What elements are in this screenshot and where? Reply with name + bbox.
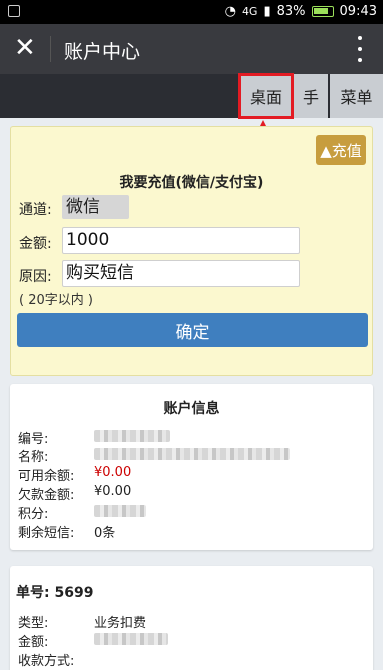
account-info-title: 账户信息: [163, 401, 220, 417]
recharge-card: ▲充值 我要充值(微信/支付宝) 通道: 微信 金额: 1000 原因: 购买短…: [10, 126, 373, 376]
account-number-label: 编号:: [18, 432, 49, 447]
order-type-value: 业务扣费: [94, 616, 147, 631]
order-card: 单号: 5699 类型: 业务扣费 金额: 收款方式:: [10, 566, 373, 670]
status-right: ◔ 4G ▮ 83% 09:43: [225, 4, 377, 19]
signal-icon: ▮: [263, 4, 271, 19]
more-vertical-icon[interactable]: [357, 36, 363, 62]
desktop-button[interactable]: 桌面: [240, 74, 292, 118]
available-balance-label: 可用余额:: [18, 469, 75, 484]
recharge-toggle-button[interactable]: ▲充值: [316, 135, 366, 165]
sms-left-value: 0条: [94, 526, 116, 541]
order-number: 单号: 5699: [16, 585, 94, 601]
amount-input[interactable]: 1000: [62, 227, 300, 254]
debt-amount-value: ¥0.00: [94, 484, 132, 499]
order-amount-label: 金额:: [18, 635, 49, 650]
amount-label: 金额:: [19, 236, 52, 252]
image-icon: [8, 5, 20, 17]
reason-note: ( 20字以内 ): [19, 293, 93, 308]
hand-button[interactable]: 手: [294, 74, 328, 118]
reason-label: 原因:: [19, 269, 52, 285]
order-type-label: 类型:: [18, 616, 49, 631]
wifi-icon: ◔: [224, 4, 236, 19]
confirm-button[interactable]: 确定: [17, 313, 368, 347]
account-info-card: 账户信息 编号: 名称: 可用余额: ¥0.00 欠款金额: ¥0.00 积分:…: [10, 384, 373, 550]
redacted-number: [94, 430, 170, 442]
sms-left-label: 剩余短信:: [18, 526, 75, 541]
clock: 09:43: [339, 4, 377, 19]
channel-select[interactable]: 微信: [62, 195, 129, 219]
channel-label: 通道:: [19, 202, 52, 218]
nav-bar: 桌面 手 菜单: [0, 74, 383, 118]
recharge-title: 我要充值(微信/支付宝): [119, 175, 264, 191]
redacted-points: [94, 505, 146, 517]
points-label: 积分:: [18, 507, 49, 522]
account-name-label: 名称:: [18, 450, 49, 465]
battery-icon: [311, 6, 334, 17]
battery-percent: 83%: [276, 4, 306, 19]
payment-method-label: 收款方式:: [18, 654, 75, 669]
page-title: 账户中心: [64, 41, 141, 63]
status-bar: ◔ 4G ▮ 83% 09:43: [0, 0, 383, 24]
debt-amount-label: 欠款金额:: [18, 488, 75, 503]
network-type: 4G: [241, 5, 258, 18]
menu-button[interactable]: 菜单: [330, 74, 383, 118]
title-bar: ✕ 账户中心: [0, 24, 383, 74]
title-divider: [50, 36, 51, 62]
redacted-amount: [94, 633, 168, 645]
reason-input[interactable]: 购买短信: [62, 260, 300, 287]
available-balance-value: ¥0.00: [94, 465, 132, 480]
redacted-name: [94, 448, 290, 460]
close-icon[interactable]: ✕: [14, 35, 36, 61]
